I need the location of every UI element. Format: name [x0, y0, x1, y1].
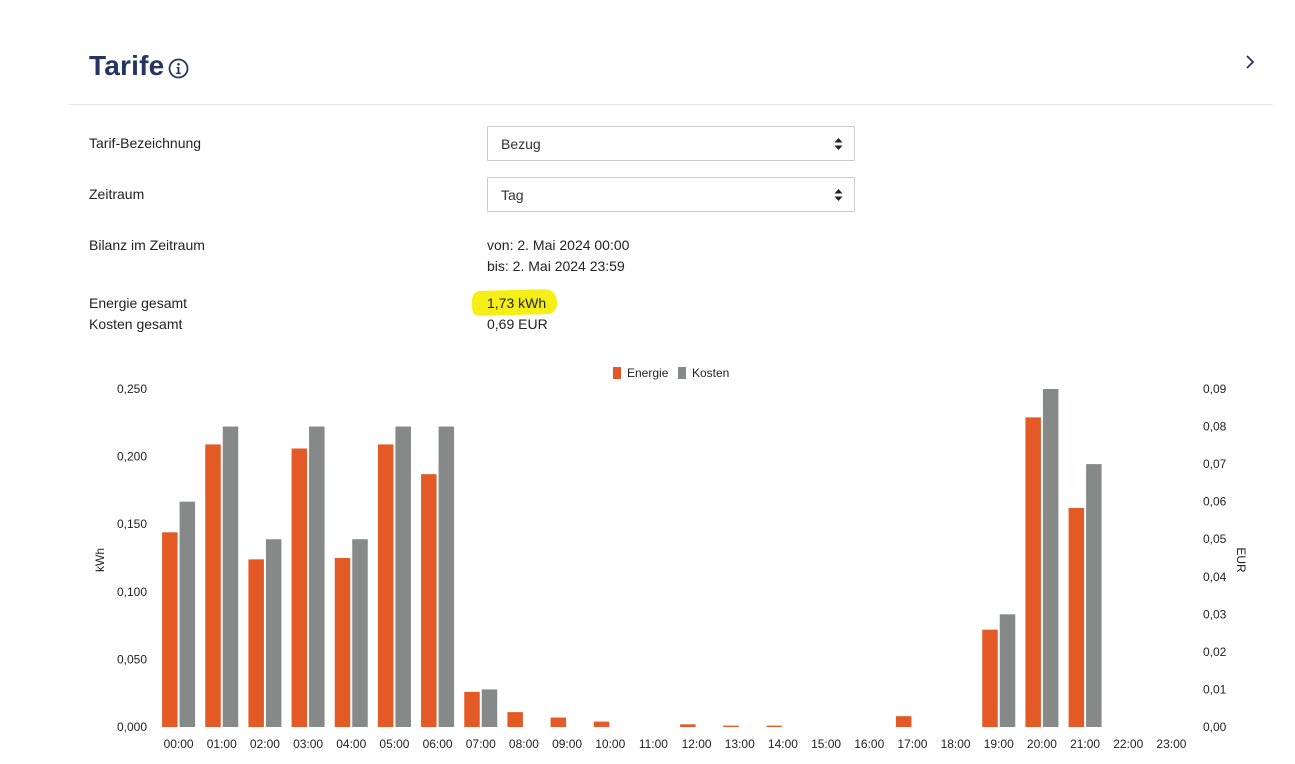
- x-tick-label: 03:00: [293, 737, 323, 751]
- bar-energie[interactable]: [464, 691, 480, 727]
- bar-kosten[interactable]: [395, 426, 411, 727]
- y-tick-label: 0,250: [117, 382, 147, 396]
- x-tick-label: 23:00: [1156, 737, 1186, 751]
- x-tick-label: 16:00: [854, 737, 884, 751]
- bar-energie[interactable]: [982, 629, 998, 727]
- y2-tick-label: 0,03: [1203, 607, 1227, 621]
- bar-kosten[interactable]: [1042, 389, 1059, 727]
- bar-energie[interactable]: [766, 725, 782, 727]
- tarif-label: Tarif-Bezeichnung: [89, 135, 202, 151]
- zeitraum-select[interactable]: Tag: [487, 177, 855, 212]
- bar-energie[interactable]: [162, 532, 178, 727]
- bar-energie[interactable]: [550, 717, 567, 727]
- bar-kosten[interactable]: [1086, 464, 1102, 727]
- legend-swatch-energie: [613, 367, 621, 379]
- legend-swatch-kosten: [678, 367, 686, 379]
- bar-energie[interactable]: [291, 448, 308, 727]
- bilanz-von: von: 2. Mai 2024 00:00: [487, 237, 630, 253]
- kosten-label: Kosten gesamt: [89, 316, 183, 332]
- x-tick-label: 06:00: [423, 737, 453, 751]
- x-tick-label: 02:00: [250, 737, 280, 751]
- header-divider: [69, 104, 1273, 105]
- bar-energie[interactable]: [205, 444, 221, 727]
- bar-energie[interactable]: [248, 559, 264, 727]
- energie-label: Energie gesamt: [89, 295, 188, 311]
- bar-kosten[interactable]: [999, 614, 1016, 727]
- y2-tick-label: 0,07: [1203, 457, 1227, 471]
- y2-tick-label: 0,05: [1203, 532, 1227, 546]
- y2-axis-label: EUR: [1234, 547, 1248, 573]
- y2-tick-label: 0,09: [1203, 382, 1227, 396]
- x-tick-label: 20:00: [1027, 737, 1057, 751]
- select-arrows-icon: [834, 189, 843, 201]
- x-tick-label: 05:00: [379, 737, 409, 751]
- x-tick-label: 18:00: [941, 737, 971, 751]
- bar-energie[interactable]: [680, 724, 696, 727]
- bar-kosten[interactable]: [265, 539, 282, 727]
- y2-tick-label: 0,08: [1203, 420, 1227, 434]
- y-tick-label: 0,000: [117, 720, 147, 734]
- y-tick-label: 0,050: [117, 652, 147, 666]
- bilanz-label: Bilanz im Zeitraum: [89, 237, 205, 253]
- x-tick-label: 00:00: [164, 737, 194, 751]
- bar-energie[interactable]: [593, 721, 610, 727]
- y2-tick-label: 0,00: [1203, 720, 1227, 734]
- x-tick-label: 08:00: [509, 737, 539, 751]
- y-tick-label: 0,100: [117, 585, 147, 599]
- x-tick-label: 10:00: [595, 737, 625, 751]
- x-tick-label: 04:00: [336, 737, 366, 751]
- bar-energie[interactable]: [377, 444, 394, 727]
- x-tick-label: 12:00: [682, 737, 712, 751]
- bar-energie[interactable]: [1025, 417, 1041, 727]
- legend-label-energie: Energie: [627, 366, 669, 380]
- tarif-select[interactable]: Bezug: [487, 126, 855, 161]
- y-tick-label: 0,150: [117, 517, 147, 531]
- y2-tick-label: 0,04: [1203, 570, 1227, 584]
- x-tick-label: 01:00: [207, 737, 237, 751]
- x-tick-label: 14:00: [768, 737, 798, 751]
- bar-energie[interactable]: [1068, 507, 1085, 727]
- chevron-right-icon[interactable]: [1243, 54, 1257, 70]
- bar-kosten[interactable]: [481, 689, 498, 727]
- bilanz-bis: bis: 2. Mai 2024 23:59: [487, 258, 625, 274]
- page-title: Tarife: [89, 50, 165, 81]
- bar-energie[interactable]: [421, 474, 437, 727]
- bar-energie[interactable]: [723, 725, 739, 727]
- bar-kosten[interactable]: [309, 426, 325, 727]
- legend-label-kosten: Kosten: [692, 366, 729, 380]
- tariff-chart: 00:00 01:00 02:00 03:00 04:00 05:00 06:00 07:00…: [93, 366, 1248, 751]
- y2-tick-label: 0,02: [1203, 645, 1227, 659]
- x-tick-label: 21:00: [1070, 737, 1100, 751]
- x-tick-label: 22:00: [1113, 737, 1143, 751]
- bar-energie[interactable]: [895, 716, 912, 727]
- y2-tick-label: 0,01: [1203, 682, 1227, 696]
- y-axis-label: kWh: [93, 548, 107, 572]
- zeitraum-select-value: Tag: [501, 187, 524, 203]
- x-tick-label: 09:00: [552, 737, 582, 751]
- kosten-value: 0,69 EUR: [487, 316, 548, 332]
- x-tick-label: 13:00: [725, 737, 755, 751]
- bar-kosten[interactable]: [179, 501, 196, 727]
- bar-energie[interactable]: [334, 558, 351, 727]
- x-tick-label: 19:00: [984, 737, 1014, 751]
- bar-energie[interactable]: [507, 712, 523, 727]
- x-tick-label: 07:00: [466, 737, 496, 751]
- y2-tick-label: 0,06: [1203, 495, 1227, 509]
- bar-kosten[interactable]: [438, 426, 455, 727]
- energie-value: 1,73 kWh: [487, 295, 547, 311]
- x-tick-label: 17:00: [897, 737, 927, 751]
- bar-kosten[interactable]: [222, 426, 239, 727]
- select-arrows-icon: [834, 138, 843, 150]
- x-tick-label: 15:00: [811, 737, 841, 751]
- bar-kosten[interactable]: [352, 539, 368, 727]
- page-header: Tarife: [0, 0, 1295, 106]
- zeitraum-label: Zeitraum: [89, 186, 145, 202]
- x-tick-label: 11:00: [639, 737, 668, 751]
- y-tick-label: 0,200: [117, 450, 147, 464]
- tarif-select-value: Bezug: [501, 136, 541, 152]
- info-icon[interactable]: [168, 58, 189, 79]
